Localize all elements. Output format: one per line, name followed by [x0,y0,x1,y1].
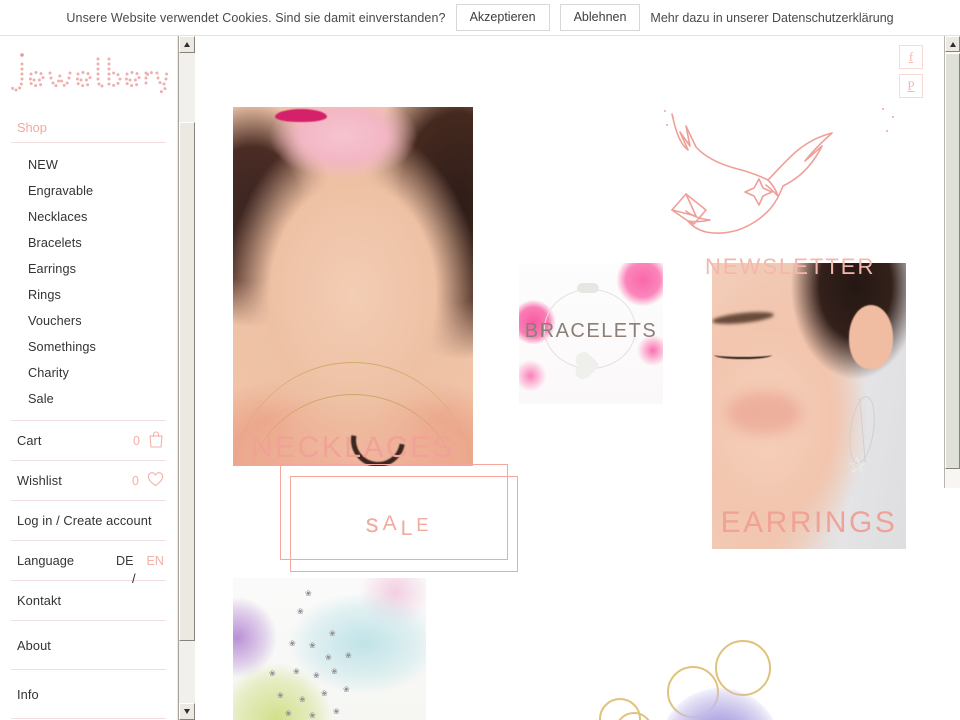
tile-earrings[interactable]: ✰ EARRINGS [712,263,906,549]
sidebar-item-vouchers[interactable]: Vouchers [0,308,177,334]
tile-necklaces[interactable]: NECKLACES [233,107,473,466]
bird-with-letter-icon [671,113,833,234]
tile-caption-necklaces: NECKLACES [250,431,456,464]
sidebar-item-account[interactable]: Log in / Create account [0,501,177,540]
privacy-policy-link[interactable]: Mehr dazu in unserer Datenschutzerklärun… [650,11,893,25]
sidebar-item-sale[interactable]: Sale [0,386,177,412]
sidebar-scrollbar[interactable] [178,36,195,720]
language-option-de[interactable]: DE [116,554,134,568]
site-logo[interactable] [0,36,177,112]
wishlist-count: 0 [131,473,139,488]
sidebar-item-rings[interactable]: Rings [0,282,177,308]
category-nav: NEW Engravable Necklaces Bracelets Earrings R… [0,143,177,420]
scrollbar-track-gap [944,488,960,720]
tile-watercolor-flowers[interactable]: ❀ ❀ ❀ ❀ ❀ ❀ ❀ ❀ ❀ ❀ ❀ ❀ ❀ ❀ ❀ ❀ ❀ ❀ [233,578,426,720]
model-ear [849,305,893,369]
sidebar-item-wishlist[interactable]: Wishlist 0 [0,461,177,500]
bracelet-clasp [577,283,599,293]
cart-count: 0 [132,433,140,448]
sidebar-item-shop[interactable]: Shop [0,112,177,142]
wishlist-label: Wishlist [17,473,62,488]
tile-newsletter[interactable]: NEWSLETTER [650,102,915,292]
sale-label: sALE [365,508,433,540]
model-eye [714,351,772,359]
watercolor-background [233,578,426,720]
jewelberry-logo-icon [11,53,168,94]
sidebar-item-earrings[interactable]: Earrings [0,256,177,282]
facebook-icon[interactable]: f [899,45,923,69]
tile-caption-bracelets: BRACELETS [524,320,658,342]
sidebar-item-bracelets[interactable]: Bracelets [0,230,177,256]
tile-rings[interactable] [585,636,915,720]
sidebar-item-kontakt[interactable]: Kontakt [0,581,177,620]
model-blush [726,391,802,435]
sidebar-scroll-up-button[interactable] [179,36,195,53]
tile-sale[interactable]: sALE [280,464,520,574]
window-scrollbar-thumb[interactable] [945,53,960,469]
tile-caption-earrings: EARRINGS [720,506,898,539]
sidebar-item-engravable[interactable]: Engravable [0,178,177,204]
cookie-consent-banner: Unsere Website verwendet Cookies. Sind s… [0,0,960,36]
sidebar-item-info[interactable]: Info [0,670,177,718]
sidebar-item-about[interactable]: About [0,621,177,669]
main-content: NECKLACES BRACELETS ✰ EARRINGS NEWSLETTE… [195,36,943,720]
sidebar-item-new[interactable]: NEW [0,152,177,178]
cookie-message: Unsere Website verwendet Cookies. Sind s… [66,10,446,25]
sidebar-item-charity[interactable]: Charity [0,360,177,386]
shopping-bag-icon [148,430,164,451]
decline-cookies-button[interactable]: Ablehnen [559,4,641,31]
accept-cookies-button[interactable]: Akzeptieren [455,4,550,31]
heart-icon [147,471,164,490]
language-option-en[interactable]: EN [147,554,165,568]
sidebar-item-cart[interactable]: Cart 0 [0,421,177,460]
sidebar-item-somethings[interactable]: Somethings [0,334,177,360]
window-scroll-up-button[interactable] [945,36,960,52]
tile-caption-newsletter: NEWSLETTER [705,254,876,279]
language-switcher: Language DE EN / [0,541,177,586]
star-charm-icon: ✰ [848,453,867,478]
pinterest-icon[interactable]: P [899,74,923,98]
sidebar-item-necklaces[interactable]: Necklaces [0,204,177,230]
sidebar-scrollbar-thumb[interactable] [179,122,195,641]
tile-bracelets[interactable]: BRACELETS [519,263,663,404]
shop-label[interactable]: Shop [0,120,47,135]
page-body: Shop NEW Engravable Necklaces Bracelets Earr… [0,36,960,720]
cart-label: Cart [17,433,42,448]
sidebar-scroll-down-button[interactable] [179,703,195,720]
social-buttons: f P [899,45,923,103]
sidebar: Shop NEW Engravable Necklaces Bracelets Earr… [0,36,178,720]
model-lips [275,109,327,122]
divider [11,718,166,719]
language-label: Language [17,553,74,568]
language-separator: / [132,571,136,586]
